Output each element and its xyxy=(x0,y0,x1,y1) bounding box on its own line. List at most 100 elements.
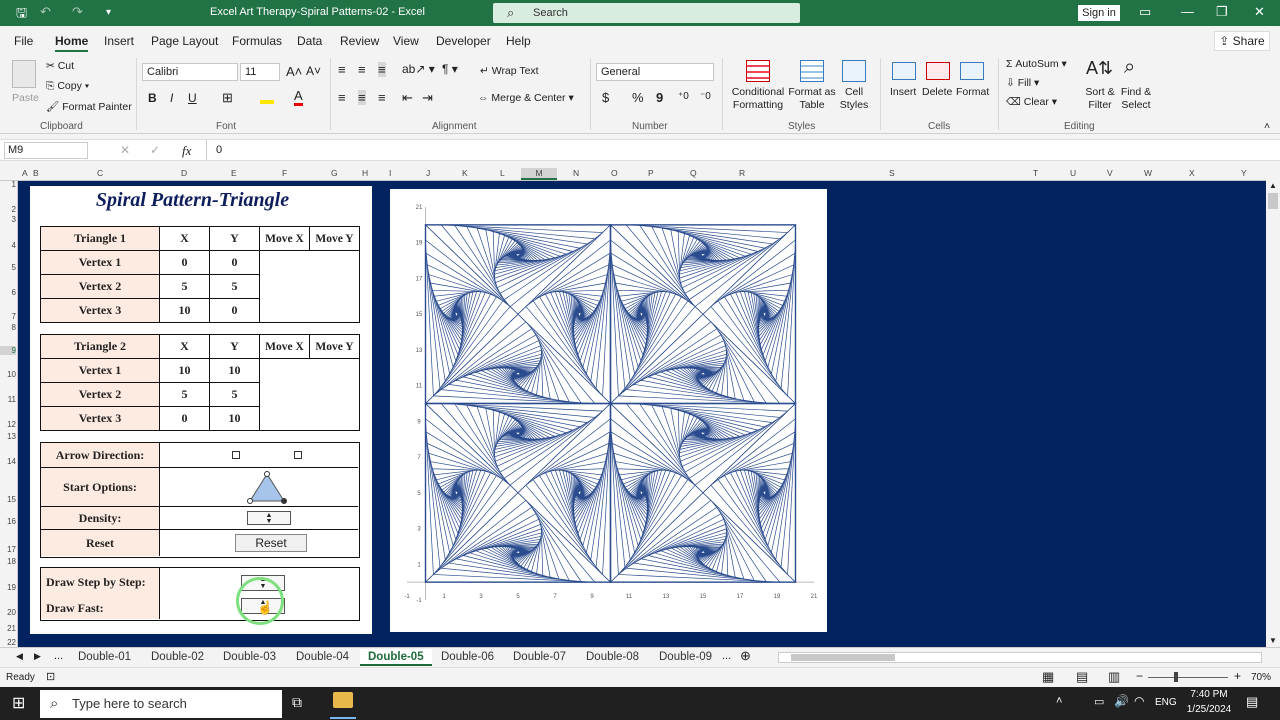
vertex-x-cell[interactable]: 10 xyxy=(159,358,210,383)
cancel-icon[interactable]: ✕ xyxy=(120,143,130,157)
grow-font-icon[interactable]: A˄ xyxy=(286,64,302,79)
minimize-icon[interactable]: — xyxy=(1181,4,1194,19)
tab-review[interactable]: Review xyxy=(340,34,379,48)
redo-icon[interactable]: ↷ xyxy=(72,4,83,20)
format-button[interactable]: Format xyxy=(956,86,989,98)
horizontal-scrollbar[interactable] xyxy=(778,652,1262,663)
vertical-scrollbar[interactable]: ▲ ▼ xyxy=(1266,181,1280,647)
notifications-icon[interactable]: ▤ xyxy=(1246,694,1258,710)
sheet-tab-active[interactable]: Double-05 xyxy=(360,649,432,666)
format-cells-icon[interactable] xyxy=(960,62,984,80)
underline-button[interactable]: U xyxy=(188,91,197,105)
clock-time[interactable]: 7:40 PM xyxy=(1186,689,1232,700)
sheet-tab[interactable]: Double-03 xyxy=(215,649,284,666)
conditional-formatting-icon[interactable] xyxy=(746,60,770,82)
merge-center-button[interactable]: ⇔ Merge & Center ▾ xyxy=(478,92,574,104)
tray-chevron-icon[interactable]: ˄ xyxy=(1056,695,1062,707)
delete-button[interactable]: Delete xyxy=(922,86,952,98)
search-input[interactable]: ⌕ Search xyxy=(493,3,800,23)
volume-icon[interactable]: 🔊 xyxy=(1114,694,1129,708)
align-middle-icon[interactable]: ≡ xyxy=(358,62,366,77)
file-explorer-icon[interactable] xyxy=(333,692,353,708)
tab-page-layout[interactable]: Page Layout xyxy=(151,34,218,48)
clear-button[interactable]: ⌫ Clear ▾ xyxy=(1006,96,1057,108)
find-icon[interactable]: ⌕ xyxy=(1124,56,1135,79)
prev-sheet-icon[interactable]: ◀ xyxy=(16,651,23,662)
start-options-triangle-icon[interactable] xyxy=(247,471,287,505)
tab-data[interactable]: Data xyxy=(297,34,322,48)
copy-button[interactable]: ⎘ Copy ▾ xyxy=(46,80,89,93)
delete-cells-icon[interactable] xyxy=(926,62,950,80)
formula-input[interactable]: 0 xyxy=(216,144,222,156)
clock-date[interactable]: 1/25/2024 xyxy=(1182,704,1236,715)
tab-view[interactable]: View xyxy=(393,34,419,48)
vertex-y-cell[interactable]: 10 xyxy=(209,358,260,383)
borders-icon[interactable]: ⊞ xyxy=(222,90,233,106)
align-center-icon[interactable]: ≡ xyxy=(358,90,366,105)
cut-button[interactable]: ✂ Cut xyxy=(46,60,74,72)
page-break-view-icon[interactable]: ▥ xyxy=(1108,669,1120,685)
zoom-level[interactable]: 70% xyxy=(1251,672,1271,683)
enter-icon[interactable]: ✓ xyxy=(150,143,160,157)
percent-button[interactable]: % xyxy=(632,90,644,105)
scroll-down-icon[interactable]: ▼ xyxy=(1269,636,1277,645)
arrow-direction-checkbox-1[interactable] xyxy=(232,451,240,459)
arrow-direction-checkbox-2[interactable] xyxy=(294,451,302,459)
increase-indent-icon[interactable]: ⇥ xyxy=(422,90,433,106)
save-icon[interactable]: 🖫 xyxy=(16,4,27,26)
bold-button[interactable]: B xyxy=(148,91,157,105)
windows-start-icon[interactable]: ⊞ xyxy=(12,693,25,713)
vertex-y-cell[interactable]: 5 xyxy=(209,274,260,299)
vertex-y-cell[interactable]: 5 xyxy=(209,382,260,407)
sheet-tab[interactable]: Double-08 xyxy=(578,649,647,666)
undo-icon[interactable]: ↶ xyxy=(40,4,51,20)
maximize-icon[interactable]: ❐ xyxy=(1216,4,1228,20)
close-icon[interactable]: ✕ xyxy=(1254,4,1265,20)
sheet-tab[interactable]: Double-09 xyxy=(651,649,720,666)
vertex-x-cell[interactable]: 0 xyxy=(159,250,210,275)
zoom-thumb[interactable] xyxy=(1174,672,1178,682)
reset-button[interactable]: Reset xyxy=(235,534,307,552)
sheet-tab[interactable]: Double-07 xyxy=(505,649,574,666)
sheet-tab[interactable]: Double-04 xyxy=(288,649,357,666)
increase-decimal-icon[interactable]: ⁺0 xyxy=(678,91,689,102)
tab-home[interactable]: Home xyxy=(55,34,89,52)
sort-filter-icon[interactable]: A⇅ xyxy=(1086,58,1113,79)
taskbar-search-input[interactable]: ⌕ Type here to search xyxy=(40,690,282,718)
next-sheet-icon[interactable]: ▶ xyxy=(34,651,41,662)
tab-file[interactable]: File xyxy=(14,34,33,48)
more-sheets-right[interactable]: ... xyxy=(722,650,731,662)
wifi-icon[interactable]: ◠ xyxy=(1134,694,1144,708)
task-view-icon[interactable]: ⧉ xyxy=(292,694,302,711)
sheet-tab[interactable]: Double-02 xyxy=(143,649,212,666)
tab-formulas[interactable]: Formulas xyxy=(232,34,282,48)
italic-button[interactable]: I xyxy=(170,91,173,105)
align-left-icon[interactable]: ≡ xyxy=(338,90,346,105)
insert-cells-icon[interactable] xyxy=(892,62,916,80)
customize-qat-icon[interactable]: ▾ xyxy=(106,7,111,18)
vertex-y-cell[interactable]: 0 xyxy=(209,250,260,275)
decrease-decimal-icon[interactable]: ⁻0 xyxy=(700,91,711,102)
orientation-icon[interactable]: ab↗ ▾ xyxy=(402,62,435,76)
zoom-out-icon[interactable]: − xyxy=(1136,669,1143,683)
format-painter-button[interactable]: 🖌 Format Painter xyxy=(46,100,132,113)
vertex-x-cell[interactable]: 5 xyxy=(159,382,210,407)
insert-function-button[interactable]: fx xyxy=(182,143,191,159)
scroll-up-icon[interactable]: ▲ xyxy=(1269,181,1277,190)
vertex-x-cell[interactable]: 5 xyxy=(159,274,210,299)
vertex-x-cell[interactable]: 10 xyxy=(159,298,210,323)
normal-view-icon[interactable]: ▦ xyxy=(1042,669,1054,685)
density-spinner[interactable]: ▲ ▼ xyxy=(247,511,291,525)
language-indicator[interactable]: ENG xyxy=(1155,697,1177,708)
find-select-button[interactable]: Find & Select xyxy=(1116,86,1156,112)
page-layout-view-icon[interactable]: ▤ xyxy=(1076,669,1088,685)
battery-icon[interactable]: ▭ xyxy=(1094,695,1104,708)
spiral-chart[interactable]: -1 1 3 5 7 9 11 13 15 17 19 21 -1 1 3 5 7 9 11 13 15 17 19 21 xyxy=(390,189,827,632)
tab-help[interactable]: Help xyxy=(506,34,531,48)
tab-insert[interactable]: Insert xyxy=(104,34,134,48)
cell-styles-icon[interactable] xyxy=(842,60,866,82)
decrease-indent-icon[interactable]: ⇤ xyxy=(402,90,413,106)
vertex-y-cell[interactable]: 0 xyxy=(209,298,260,323)
align-top-icon[interactable]: ≡ xyxy=(338,62,346,77)
comma-button[interactable]: 9 xyxy=(656,90,663,105)
